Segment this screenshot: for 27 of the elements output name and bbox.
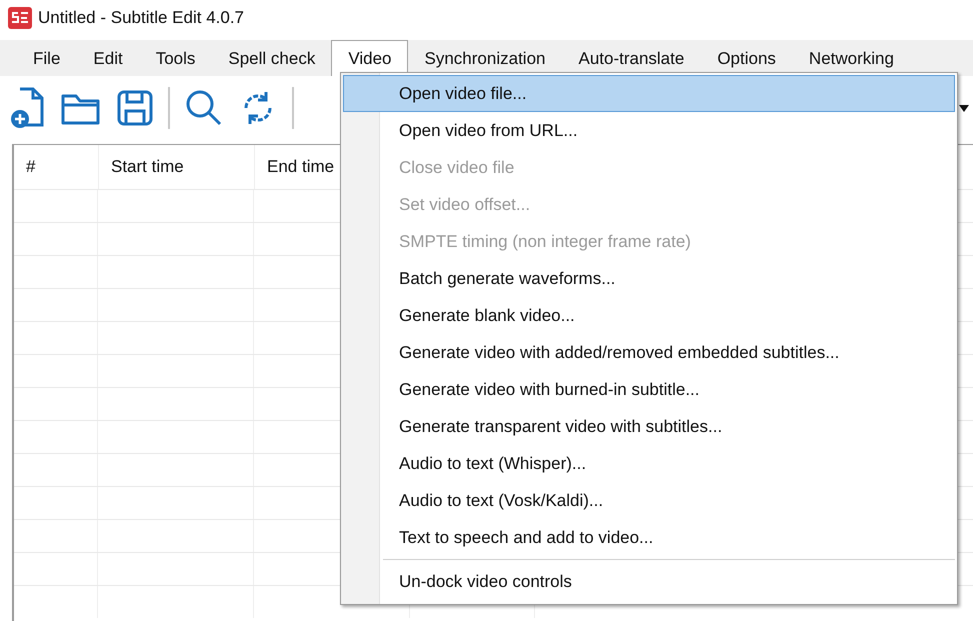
menu-entry[interactable]: Generate blank video... [343, 297, 955, 334]
search-icon[interactable] [184, 88, 224, 128]
menu-item[interactable]: Synchronization [408, 40, 562, 76]
menu-item[interactable]: Tools [138, 40, 212, 76]
menu-entry[interactable]: Audio to text (Vosk/Kaldi)... [343, 482, 955, 519]
menu-item[interactable]: Auto-translate [561, 40, 700, 76]
window-title: Untitled - Subtitle Edit 4.0.7 [38, 8, 244, 28]
new-file-icon[interactable] [10, 86, 46, 130]
dropdown-arrow-icon[interactable] [959, 104, 969, 112]
menu-item[interactable]: File [16, 40, 76, 76]
menu-item[interactable]: Edit [76, 40, 139, 76]
menu-entry[interactable]: Audio to text (Whisper)... [343, 445, 955, 482]
menu-entry[interactable]: Un-dock video controls [343, 563, 955, 600]
menu-entry[interactable]: Batch generate waveforms... [343, 260, 955, 297]
menu-item[interactable]: Video [331, 40, 408, 76]
menu-entry[interactable]: Generate video with added/removed embedded subtitles... [343, 334, 955, 371]
menu-item[interactable]: Networking [792, 40, 910, 76]
app-logo-icon [8, 7, 32, 29]
menu-item[interactable]: Options [700, 40, 792, 76]
menu-entry[interactable]: Generate video with burned-in subtitle... [343, 371, 955, 408]
menu-entry[interactable]: Open video file... [343, 75, 955, 112]
menu-item[interactable]: Spell check [211, 40, 332, 76]
column-header[interactable]: # [14, 145, 98, 189]
menu-entry[interactable]: Text to speech and add to video... [343, 519, 955, 556]
column-header[interactable]: Start time [98, 145, 254, 189]
save-icon[interactable] [116, 89, 154, 127]
menu-entry[interactable]: Generate transparent video with subtitles... [343, 408, 955, 445]
